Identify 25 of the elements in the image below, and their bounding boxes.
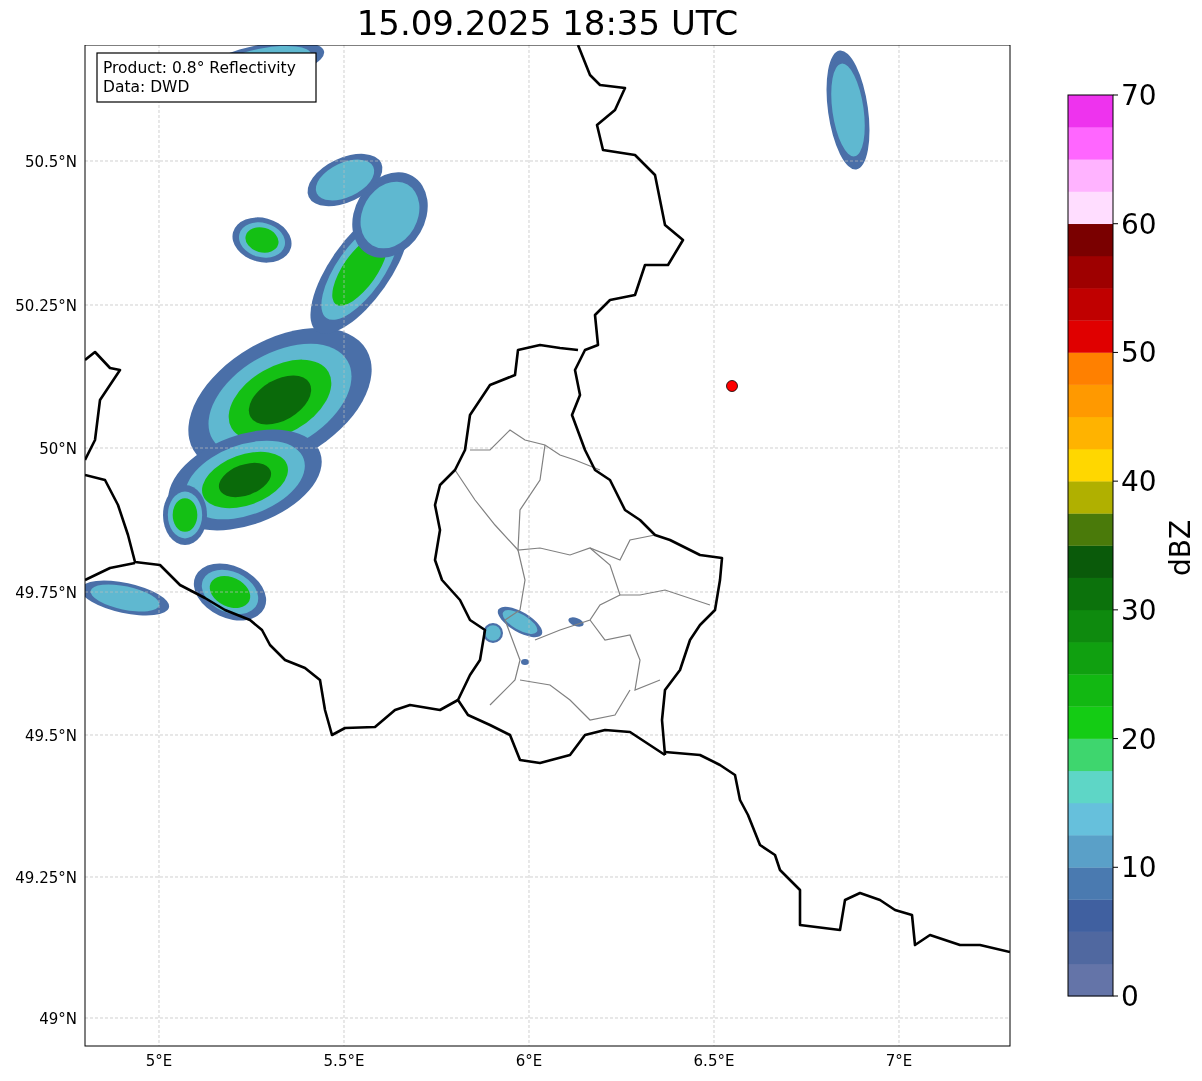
info-text: Data: DWD — [103, 78, 190, 96]
info-text: Product: 0.8° Reflectivity — [103, 59, 296, 77]
scale-label: 20 — [1121, 722, 1157, 756]
scale-label: 60 — [1121, 207, 1157, 241]
latitude-label: 49.75°N — [15, 584, 77, 602]
location-marker — [726, 380, 738, 392]
longitude-label: 5°E — [145, 1052, 173, 1070]
latitude-label: 50.25°N — [15, 297, 77, 315]
scale-label: 30 — [1121, 593, 1157, 627]
latitude-label: 49.25°N — [15, 869, 77, 887]
latitude-label: 49.5°N — [24, 727, 77, 745]
scale-label: 50 — [1121, 336, 1157, 370]
latitude-label: 49°N — [39, 1010, 77, 1028]
chart-title: 15.09.2025 18:35 UTC — [355, 1, 740, 45]
scale-label: 0 — [1121, 980, 1139, 1013]
scale-label: 10 — [1121, 851, 1157, 885]
latitude-label: 50.5°N — [24, 153, 77, 171]
longitude-label: 6°E — [515, 1052, 543, 1070]
longitude-label: 7°E — [885, 1052, 913, 1070]
latitude-label: 50°N — [39, 440, 77, 458]
scale-title: dBZ — [1164, 519, 1197, 577]
longitude-label: 6.5°E — [693, 1052, 735, 1070]
scale-label: 40 — [1121, 465, 1157, 499]
scale-label: 70 — [1121, 79, 1157, 112]
longitude-label: 5.5°E — [323, 1052, 365, 1070]
